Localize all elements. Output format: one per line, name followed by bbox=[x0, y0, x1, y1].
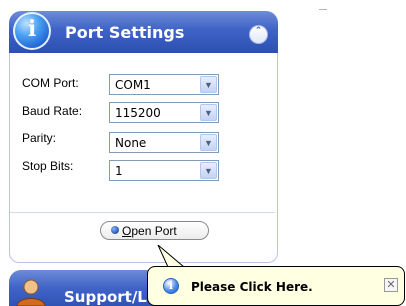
balloon-message: Please Click Here. bbox=[191, 280, 313, 294]
baud-rate-value: 115200 bbox=[115, 106, 161, 120]
open-port-button[interactable]: Open Port bbox=[100, 221, 209, 240]
stop-bits-value: 1 bbox=[115, 164, 123, 178]
stop-bits-label: Stop Bits: bbox=[22, 159, 74, 173]
open-port-label: Open Port bbox=[122, 224, 177, 238]
chevron-down-icon[interactable]: ▼ bbox=[200, 134, 217, 151]
parity-select[interactable]: None ▼ bbox=[109, 132, 219, 153]
collapse-button[interactable]: ⌃ bbox=[249, 25, 268, 44]
chevron-down-icon[interactable]: ▼ bbox=[200, 162, 217, 179]
baud-rate-label: Baud Rate: bbox=[22, 104, 83, 118]
close-icon[interactable]: ✕ bbox=[384, 278, 398, 292]
stray-mark bbox=[319, 9, 327, 10]
com-port-value: COM1 bbox=[115, 78, 151, 92]
parity-label: Parity: bbox=[22, 131, 57, 145]
divider bbox=[10, 212, 275, 213]
panel-title: Port Settings bbox=[65, 23, 185, 42]
app-window: i Port Settings ⌃ COM Port: COM1 ▼ Baud … bbox=[0, 0, 406, 306]
com-port-select[interactable]: COM1 ▼ bbox=[109, 74, 219, 95]
port-status-dot-icon bbox=[111, 226, 119, 234]
stop-bits-select[interactable]: 1 ▼ bbox=[109, 160, 219, 181]
baud-rate-select[interactable]: 115200 ▼ bbox=[109, 102, 219, 123]
chevron-up-icon: ⌃ bbox=[254, 25, 263, 35]
chevron-down-icon[interactable]: ▼ bbox=[200, 76, 217, 93]
support-panel-title: Support/Li bbox=[64, 288, 153, 306]
chevron-down-icon[interactable]: ▼ bbox=[200, 104, 217, 121]
parity-value: None bbox=[115, 136, 147, 150]
info-icon: i bbox=[13, 12, 51, 50]
com-port-label: COM Port: bbox=[22, 76, 79, 90]
info-icon: i bbox=[163, 278, 179, 294]
panel-header[interactable]: i Port Settings ⌃ bbox=[9, 11, 278, 53]
user-avatar-icon bbox=[16, 279, 46, 306]
